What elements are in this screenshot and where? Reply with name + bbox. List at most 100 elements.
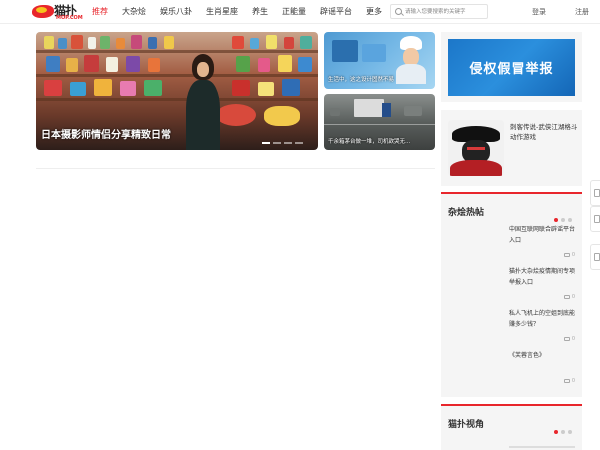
report-banner-text: 侵权假冒举报	[469, 62, 554, 77]
search-box	[390, 4, 488, 19]
perspective-item-placeholder	[509, 446, 575, 448]
shelf-divider	[36, 98, 318, 101]
hot-post-title[interactable]: 私人飞机上的空姐到底能赚多少钱？	[509, 308, 575, 330]
hot-post-title[interactable]: 猫扑大杂烩疫情期间专项举报入口	[509, 266, 575, 288]
slide-dot[interactable]	[273, 142, 281, 144]
float-toolbar-mid[interactable]	[590, 206, 600, 232]
comment-icon	[563, 294, 570, 299]
toy-figure	[258, 82, 274, 96]
side-thumb-caption[interactable]: 生活中，这之设计固然不易	[328, 75, 394, 83]
photo-subject	[184, 54, 224, 150]
thumb-graphic	[332, 40, 358, 62]
toy-figure	[298, 57, 312, 72]
toy-figure	[106, 57, 118, 72]
thumb-graphic	[330, 108, 340, 116]
hot-post-title[interactable]: 中国互联网联合辟谣平台入口	[509, 224, 575, 246]
game-title[interactable]: 刺客传说-武侠江湖格斗动作游戏	[510, 122, 578, 142]
toy-figure	[71, 35, 83, 49]
toy-figure	[46, 56, 60, 72]
report-banner[interactable]: 侵权假冒举报	[448, 39, 575, 96]
thumb-graphic	[404, 106, 422, 116]
nav-item-health[interactable]: 养生	[252, 0, 268, 24]
hot-post-item[interactable]: 《芙蓉言色》 0	[448, 350, 575, 390]
comment-icon	[594, 253, 600, 261]
float-toolbar-top[interactable]	[590, 180, 600, 206]
game-card[interactable]: 刺客传说-武侠江湖格斗动作游戏	[441, 110, 582, 186]
comment-icon	[563, 336, 570, 341]
comment-count: 0	[563, 336, 575, 342]
toy-figure	[116, 38, 125, 49]
pager-dot[interactable]	[561, 218, 565, 222]
pager-dot-active[interactable]	[554, 218, 558, 222]
toy-figure	[70, 82, 86, 96]
slide-dot[interactable]	[295, 142, 303, 144]
toy-figure	[44, 36, 54, 49]
nav-item-zodiac[interactable]: 生肖星座	[206, 0, 238, 24]
nav-item-dazahui[interactable]: 大杂烩	[122, 0, 146, 24]
comment-count: 0	[563, 294, 575, 300]
truck-figure	[354, 99, 384, 117]
pager-dot-active[interactable]	[554, 430, 558, 434]
content-divider	[36, 168, 435, 169]
nav-item-recommend[interactable]: 推荐	[92, 0, 108, 24]
hot-posts-panel: 杂烩热帖 中国互联网联合辟谣平台入口 0 猫扑大杂烩疫情期间专项举报入口 0 私…	[441, 192, 582, 397]
top-header: 猫扑 MOP.COM 推荐 大杂烩 娱乐八卦 生肖星座 养生 正能量 辟谣平台 …	[0, 0, 600, 24]
pager-dot[interactable]	[561, 430, 565, 434]
shelf-divider	[36, 74, 318, 77]
nav-item-entertainment[interactable]: 娱乐八卦	[160, 0, 192, 24]
toy-figure	[250, 38, 259, 49]
toy-figure	[88, 37, 96, 49]
hot-post-item[interactable]: 私人飞机上的空姐到底能赚多少钱？ 0	[448, 308, 575, 348]
hot-posts-title: 杂烩热帖	[448, 208, 485, 218]
shelf-divider	[36, 50, 318, 53]
feature-slide[interactable]: 日本摄影师情侣分享精致日常	[36, 32, 318, 150]
toy-figure	[131, 35, 142, 49]
toy-figure	[282, 79, 300, 96]
perspective-title: 猫扑视角	[448, 420, 485, 430]
pager-dot[interactable]	[568, 430, 572, 434]
toy-figure	[284, 37, 294, 49]
thumb-graphic	[362, 44, 386, 62]
nav-item-rumor[interactable]: 辟谣平台	[320, 0, 352, 24]
logo-mascot-icon	[32, 5, 54, 18]
side-thumb-1[interactable]: 生活中，这之设计固然不易	[324, 32, 435, 89]
pager-dot[interactable]	[568, 218, 572, 222]
toy-figure	[164, 36, 174, 49]
comment-count: 0	[563, 378, 575, 384]
perspective-pager	[551, 419, 572, 438]
toy-figure	[58, 38, 67, 49]
nav-item-more[interactable]: 更多	[366, 0, 382, 24]
toy-figure	[44, 80, 62, 96]
slide-dot[interactable]	[284, 142, 292, 144]
toy-figure	[232, 80, 250, 96]
feature-caption[interactable]: 日本摄影师情侣分享精致日常	[41, 126, 171, 141]
float-toolbar-bottom[interactable]	[590, 244, 600, 270]
search-input[interactable]	[405, 6, 485, 17]
search-icon[interactable]	[395, 8, 402, 15]
hot-post-item[interactable]: 猫扑大杂烩疫情期间专项举报入口 0	[448, 266, 575, 306]
nav-item-positive[interactable]: 正能量	[282, 0, 306, 24]
toy-figure	[264, 106, 300, 126]
toy-figure	[266, 35, 277, 49]
toy-figure	[258, 58, 270, 72]
toy-figure	[94, 79, 112, 96]
comment-icon	[563, 378, 570, 383]
toy-figure	[84, 55, 99, 72]
mop-perspective-panel: 猫扑视角	[441, 404, 582, 450]
toy-figure	[100, 36, 110, 49]
share-icon	[594, 189, 600, 197]
hot-post-title[interactable]: 《芙蓉言色》	[509, 350, 575, 361]
hot-post-item[interactable]: 中国互联网联合辟谣平台入口 0	[448, 224, 575, 264]
feedback-icon	[594, 215, 600, 223]
truck-cab	[382, 103, 391, 117]
toy-figure	[144, 80, 162, 96]
toy-figure	[300, 36, 312, 49]
register-link[interactable]: 注册	[575, 0, 589, 24]
login-link[interactable]: 登录	[532, 0, 546, 24]
side-thumb-caption[interactable]: 千余箱茅台做一堆，司机欲哭无...	[328, 137, 410, 145]
slide-dot-active[interactable]	[262, 142, 270, 144]
site-logo[interactable]: 猫扑 MOP.COM	[32, 2, 88, 22]
toy-figure	[66, 58, 78, 72]
side-thumb-2[interactable]: 千余箱茅台做一堆，司机欲哭无...	[324, 94, 435, 150]
game-thumbnail[interactable]	[448, 120, 504, 176]
